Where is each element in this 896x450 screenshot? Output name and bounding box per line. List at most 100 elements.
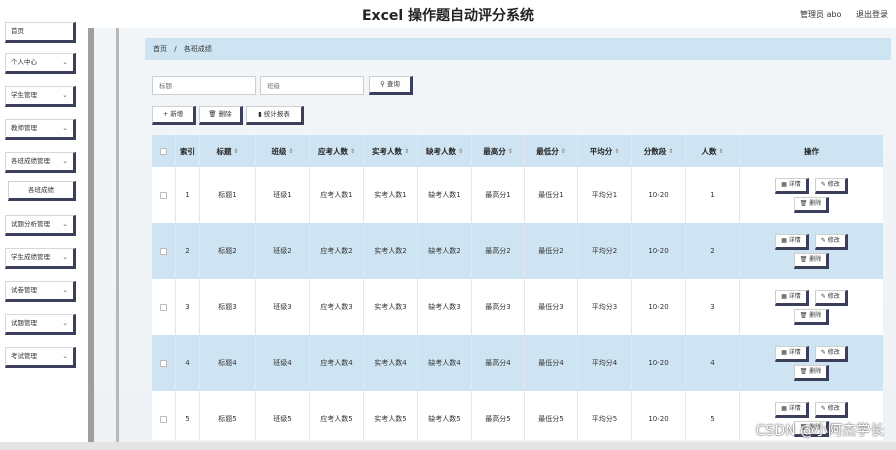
sort-icon[interactable]: ⇕ xyxy=(508,148,513,155)
cell-count: 5 xyxy=(686,391,740,440)
sort-icon[interactable]: ⇕ xyxy=(458,148,463,155)
add-button[interactable]: + 新增 xyxy=(152,106,196,125)
search-button[interactable]: ⚲ 查询 xyxy=(369,76,413,95)
row-checkbox[interactable] xyxy=(160,191,167,199)
row-checkbox[interactable] xyxy=(160,303,167,311)
sidebar-item-exams[interactable]: 考试管理 ⌄ xyxy=(5,347,76,368)
row-checkbox[interactable] xyxy=(160,415,167,423)
col-range[interactable]: 分数段 ⇕ xyxy=(632,135,686,167)
row-checkbox[interactable] xyxy=(160,247,167,255)
col-min[interactable]: 最低分 ⇕ xyxy=(525,135,578,167)
trash-icon: 🗑 xyxy=(799,255,810,263)
edit-button-label: 修改 xyxy=(827,180,840,188)
row-delete-button[interactable]: 🗑 删除 xyxy=(793,252,830,269)
sidebar-item-papers[interactable]: 试卷管理 ⌄ xyxy=(5,281,76,302)
logout-link[interactable]: 退出登录 xyxy=(856,10,888,19)
sidebar-item-label: 试题管理 xyxy=(11,319,37,327)
detail-button[interactable]: ▦ 详情 xyxy=(775,233,809,250)
cell-index: 2 xyxy=(176,223,200,279)
sort-icon[interactable]: ⇕ xyxy=(561,148,566,155)
table-row: 4 标题4 班级4 应考人数4 实考人数4 缺考人数4 最高分4 最低分4 平均分4 10-20 4… xyxy=(152,335,883,391)
cell-max: 最高分2 xyxy=(472,223,525,279)
chevron-down-icon: ⌄ xyxy=(62,91,68,99)
sidebar-item-question-analysis[interactable]: 试题分析管理 ⌄ xyxy=(5,215,76,236)
cell-absent-count: 缺考人数5 xyxy=(418,391,472,440)
edit-icon: ✎ xyxy=(820,236,828,244)
sort-icon[interactable]: ⇕ xyxy=(718,148,723,155)
breadcrumb-home[interactable]: 首页 xyxy=(153,45,167,53)
sidebar-item-questions[interactable]: 试题管理 ⌄ xyxy=(5,314,76,335)
row-select-cell xyxy=(152,391,176,440)
cell-title: 标题3 xyxy=(200,279,256,335)
sidebar-item-class-scores-mgmt[interactable]: 各班成绩管理 ⌄ xyxy=(5,152,76,173)
edit-button[interactable]: ✎ 修改 xyxy=(814,345,848,362)
table-row: 3 标题3 班级3 应考人数3 实考人数3 缺考人数3 最高分3 最低分3 平均分3 10-20 3… xyxy=(152,279,883,335)
top-header: Excel 操作题自动评分系统 管理员 abo 退出登录 xyxy=(0,0,896,28)
row-actions-line: ▦ 详情 ✎ 修改 xyxy=(775,289,848,306)
detail-button-label: 详情 xyxy=(788,348,801,356)
col-count[interactable]: 人数 ⇕ xyxy=(686,135,740,167)
sidebar-subitem-class-scores[interactable]: 各班成绩 xyxy=(8,181,76,201)
detail-button[interactable]: ▦ 详情 xyxy=(775,289,809,306)
chevron-down-icon: ⌄ xyxy=(62,157,68,165)
cell-max: 最高分5 xyxy=(472,391,525,440)
detail-button[interactable]: ▦ 详情 xyxy=(775,345,809,362)
cell-min: 最低分4 xyxy=(525,335,578,391)
cell-actual-count: 实考人数5 xyxy=(364,391,418,440)
sort-icon[interactable]: ⇕ xyxy=(404,148,409,155)
row-checkbox[interactable] xyxy=(160,359,167,367)
sidebar-item-students[interactable]: 学生管理 ⌄ xyxy=(5,86,76,107)
plus-icon: + xyxy=(162,110,169,118)
edit-button[interactable]: ✎ 修改 xyxy=(814,401,848,418)
chevron-down-icon: ⌄ xyxy=(62,220,68,228)
row-delete-button[interactable]: 🗑 删除 xyxy=(793,364,830,381)
col-exam-count[interactable]: 应考人数 ⇕ xyxy=(310,135,364,167)
sort-icon[interactable]: ⇕ xyxy=(233,148,238,155)
row-delete-button[interactable]: 🗑 删除 xyxy=(793,308,830,325)
cell-count: 2 xyxy=(686,223,740,279)
sidebar-scrollbar[interactable] xyxy=(88,28,94,442)
col-max[interactable]: 最高分 ⇕ xyxy=(472,135,525,167)
class-search-input[interactable] xyxy=(260,76,364,95)
sort-icon[interactable]: ⇕ xyxy=(288,148,293,155)
sort-icon[interactable]: ⇕ xyxy=(668,148,673,155)
row-delete-button-label: 删除 xyxy=(809,311,822,319)
user-name: 管理员 abo xyxy=(800,10,842,19)
cell-actual-count: 实考人数3 xyxy=(364,279,418,335)
row-actions: ▦ 详情 ✎ 修改 🗑 删除 xyxy=(740,167,883,223)
user-area: 管理员 abo 退出登录 xyxy=(788,9,888,20)
detail-icon: ▦ xyxy=(781,348,789,356)
cell-min: 最低分5 xyxy=(525,391,578,440)
col-absent-count[interactable]: 缺考人数 ⇕ xyxy=(418,135,472,167)
col-title[interactable]: 标题 ⇕ xyxy=(200,135,256,167)
trash-icon: 🗑 xyxy=(799,367,810,375)
cell-title: 标题5 xyxy=(200,391,256,440)
detail-button[interactable]: ▦ 详情 xyxy=(775,177,809,194)
sort-icon[interactable]: ⇕ xyxy=(614,148,619,155)
col-class[interactable]: 班级 ⇕ xyxy=(256,135,310,167)
sidebar-item-teachers[interactable]: 教师管理 ⌄ xyxy=(5,119,76,140)
detail-button[interactable]: ▦ 详情 xyxy=(775,401,809,418)
horizontal-scrollbar[interactable] xyxy=(0,442,896,450)
cell-min: 最低分1 xyxy=(525,167,578,223)
edit-button[interactable]: ✎ 修改 xyxy=(814,289,848,306)
cell-range: 10-20 xyxy=(632,223,686,279)
select-all-checkbox[interactable] xyxy=(160,147,167,155)
sidebar-item-profile[interactable]: 个人中心 ⌄ xyxy=(5,53,76,74)
detail-button-label: 详情 xyxy=(788,404,801,412)
edit-button[interactable]: ✎ 修改 xyxy=(814,233,848,250)
search-icon: ⚲ xyxy=(380,80,385,88)
sidebar-item-student-scores[interactable]: 学生成绩管理 ⌄ xyxy=(5,248,76,269)
edit-button-label: 修改 xyxy=(827,292,840,300)
chevron-down-icon: ⌄ xyxy=(62,58,68,66)
row-delete-button[interactable]: 🗑 删除 xyxy=(793,196,830,213)
edit-button[interactable]: ✎ 修改 xyxy=(814,177,848,194)
cell-avg: 平均分4 xyxy=(578,335,632,391)
sidebar-item-home[interactable]: 首页 xyxy=(5,22,76,43)
title-search-input[interactable] xyxy=(152,76,256,95)
delete-button[interactable]: 🗑 删除 xyxy=(199,106,243,125)
report-button[interactable]: ▮ 统计报表 xyxy=(246,106,304,125)
col-actual-count[interactable]: 实考人数 ⇕ xyxy=(364,135,418,167)
sort-icon[interactable]: ⇕ xyxy=(350,148,355,155)
col-avg[interactable]: 平均分 ⇕ xyxy=(578,135,632,167)
